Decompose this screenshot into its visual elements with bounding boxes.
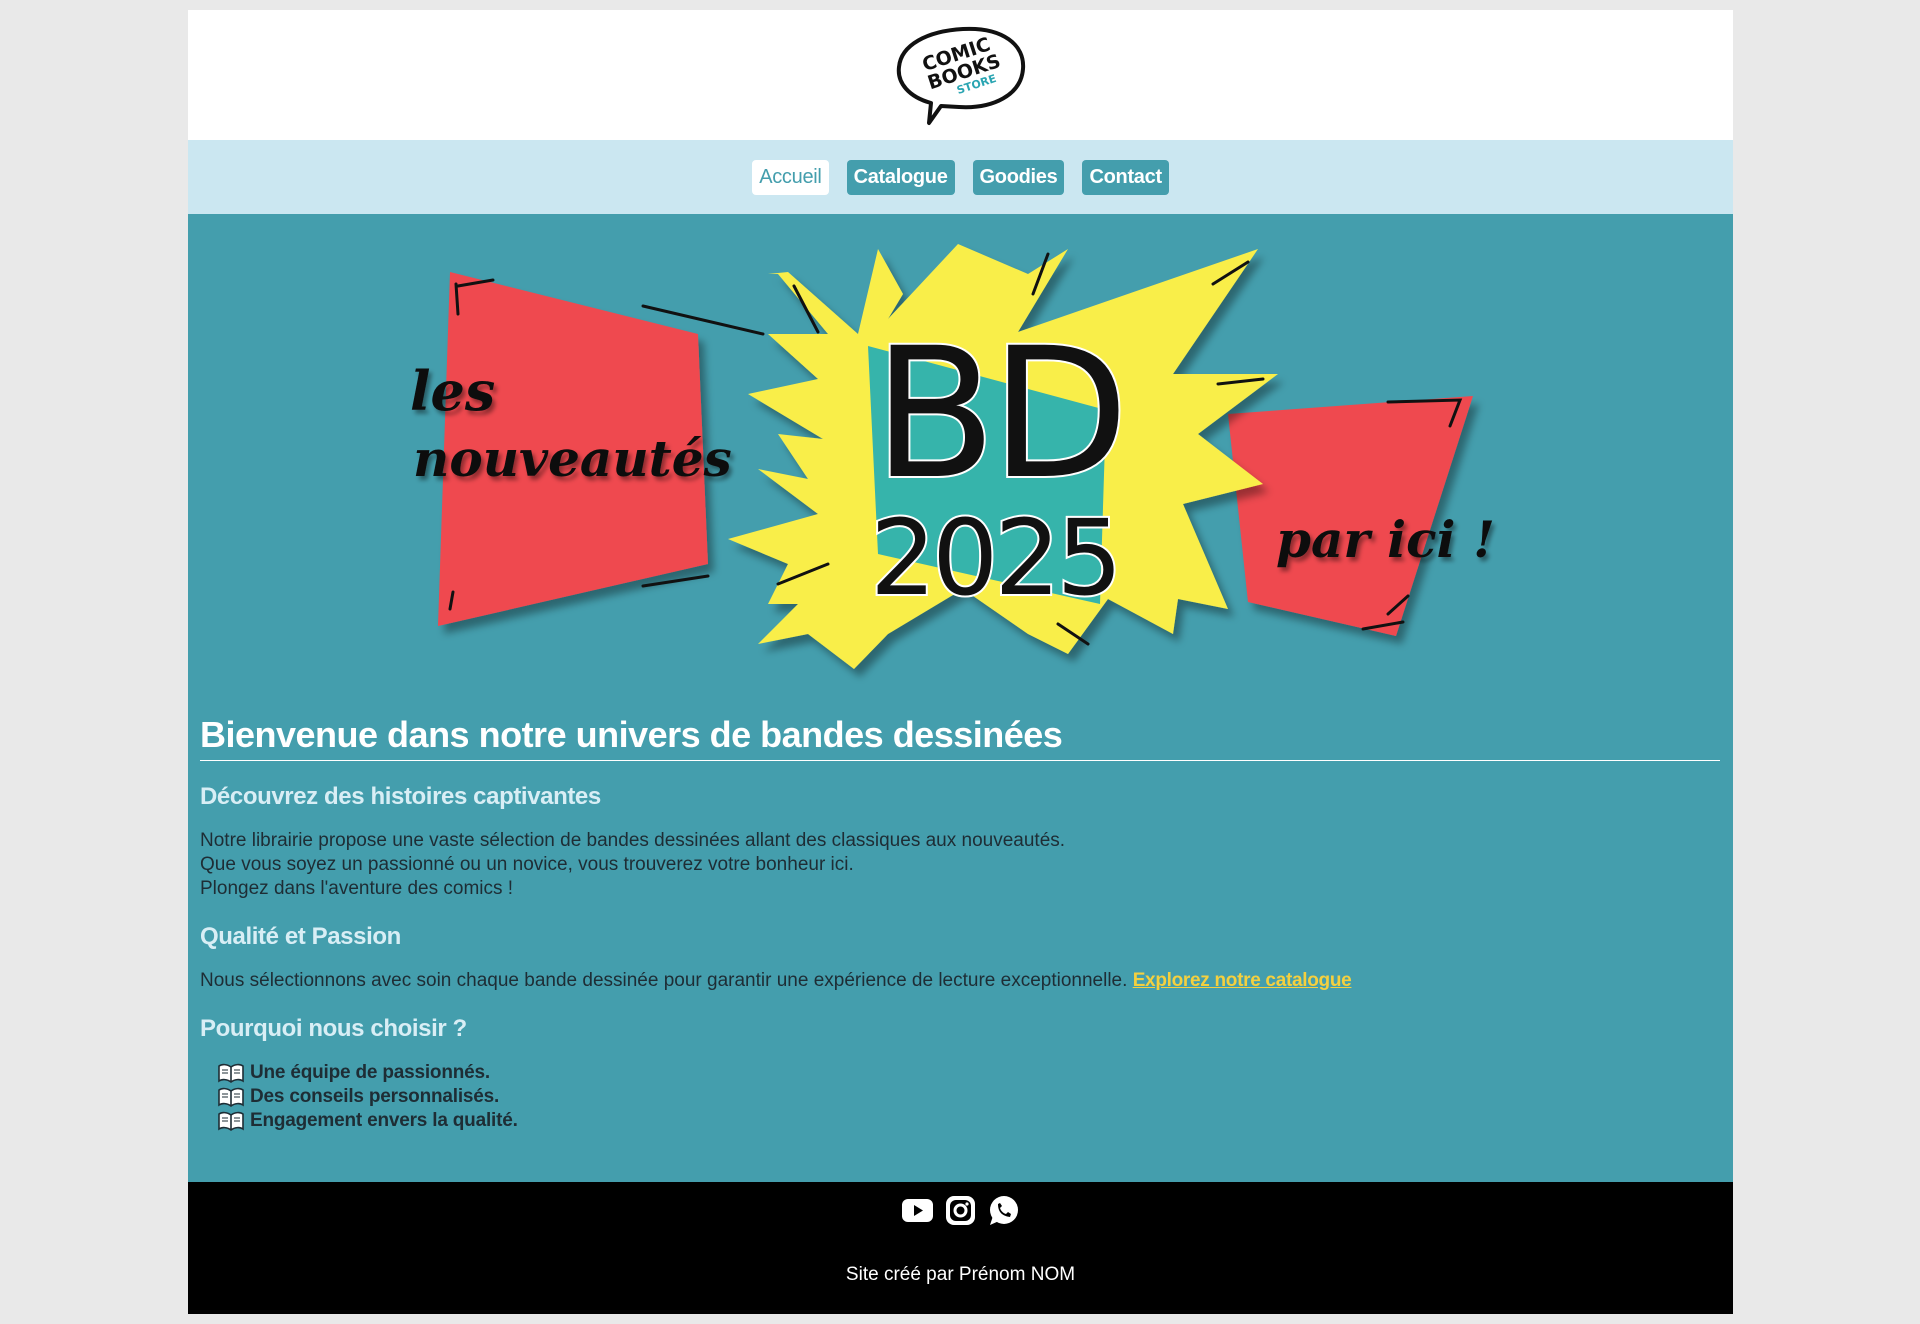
instagram-icon[interactable] bbox=[944, 1194, 977, 1227]
main-content: les nouveautés BD 2025 par ici ! Bienven… bbox=[188, 214, 1733, 1182]
text-line: Notre librairie propose une vaste sélect… bbox=[200, 830, 1066, 851]
reasons-list: Une équipe de passionnés. Des conseils p… bbox=[200, 1061, 1720, 1133]
nav-item-catalogue[interactable]: Catalogue bbox=[846, 159, 955, 195]
list-item: Des conseils personnalisés. bbox=[218, 1085, 1720, 1109]
open-book-icon bbox=[218, 1111, 244, 1131]
social-links bbox=[188, 1194, 1733, 1227]
section-text-qualite: Nous sélectionnons avec soin chaque band… bbox=[200, 969, 1720, 993]
qualite-text: Nous sélectionnons avec soin chaque band… bbox=[200, 970, 1128, 991]
banner-text-nouveautes: nouveautés bbox=[413, 429, 732, 488]
comic-books-store-logo[interactable]: COMIC BOOKS STORE bbox=[893, 23, 1029, 127]
open-book-icon bbox=[218, 1087, 244, 1107]
nav-item-goodies[interactable]: Goodies bbox=[972, 159, 1065, 195]
welcome-article: Bienvenue dans notre univers de bandes d… bbox=[200, 714, 1720, 1133]
hero-banner: les nouveautés BD 2025 par ici ! bbox=[410, 244, 1495, 669]
banner-text-par-ici: par ici ! bbox=[1276, 510, 1495, 569]
page: COMIC BOOKS STORE Accueil Catalogue Good… bbox=[188, 10, 1733, 1314]
nav-item-accueil[interactable]: Accueil bbox=[752, 159, 829, 195]
section-heading-pourquoi: Pourquoi nous choisir ? bbox=[200, 1015, 467, 1042]
footer-credit: Site créé par Prénom NOM bbox=[845, 1264, 1076, 1285]
banner-text-les: les bbox=[410, 359, 495, 423]
youtube-icon[interactable] bbox=[901, 1194, 934, 1227]
banner-text-bd: BD bbox=[873, 310, 1123, 519]
site-footer: Site créé par Prénom NOM bbox=[188, 1182, 1733, 1314]
list-item: Engagement envers la qualité. bbox=[218, 1109, 1720, 1133]
main-navigation: Accueil Catalogue Goodies Contact bbox=[188, 140, 1733, 214]
whatsapp-icon[interactable] bbox=[987, 1194, 1020, 1227]
list-item: Une équipe de passionnés. bbox=[218, 1061, 1720, 1085]
list-item-text: Des conseils personnalisés. bbox=[250, 1086, 500, 1107]
nav-item-contact[interactable]: Contact bbox=[1082, 159, 1169, 195]
text-line: Plongez dans l'aventure des comics ! bbox=[200, 878, 514, 899]
list-item-text: Une équipe de passionnés. bbox=[250, 1062, 490, 1083]
explore-catalogue-link[interactable]: Explorez notre catalogue bbox=[1133, 970, 1352, 991]
banner-text-2025: 2025 bbox=[870, 497, 1119, 619]
site-header: COMIC BOOKS STORE bbox=[188, 10, 1733, 140]
section-heading-histoires: Découvrez des histoires captivantes bbox=[200, 783, 601, 810]
list-item-text: Engagement envers la qualité. bbox=[250, 1110, 518, 1131]
page-title: Bienvenue dans notre univers de bandes d… bbox=[200, 714, 1720, 761]
section-text-histoires: Notre librairie propose une vaste sélect… bbox=[200, 829, 1720, 901]
text-line: Que vous soyez un passionné ou un novice… bbox=[200, 854, 854, 875]
section-heading-qualite: Qualité et Passion bbox=[200, 923, 401, 950]
open-book-icon bbox=[218, 1063, 244, 1083]
